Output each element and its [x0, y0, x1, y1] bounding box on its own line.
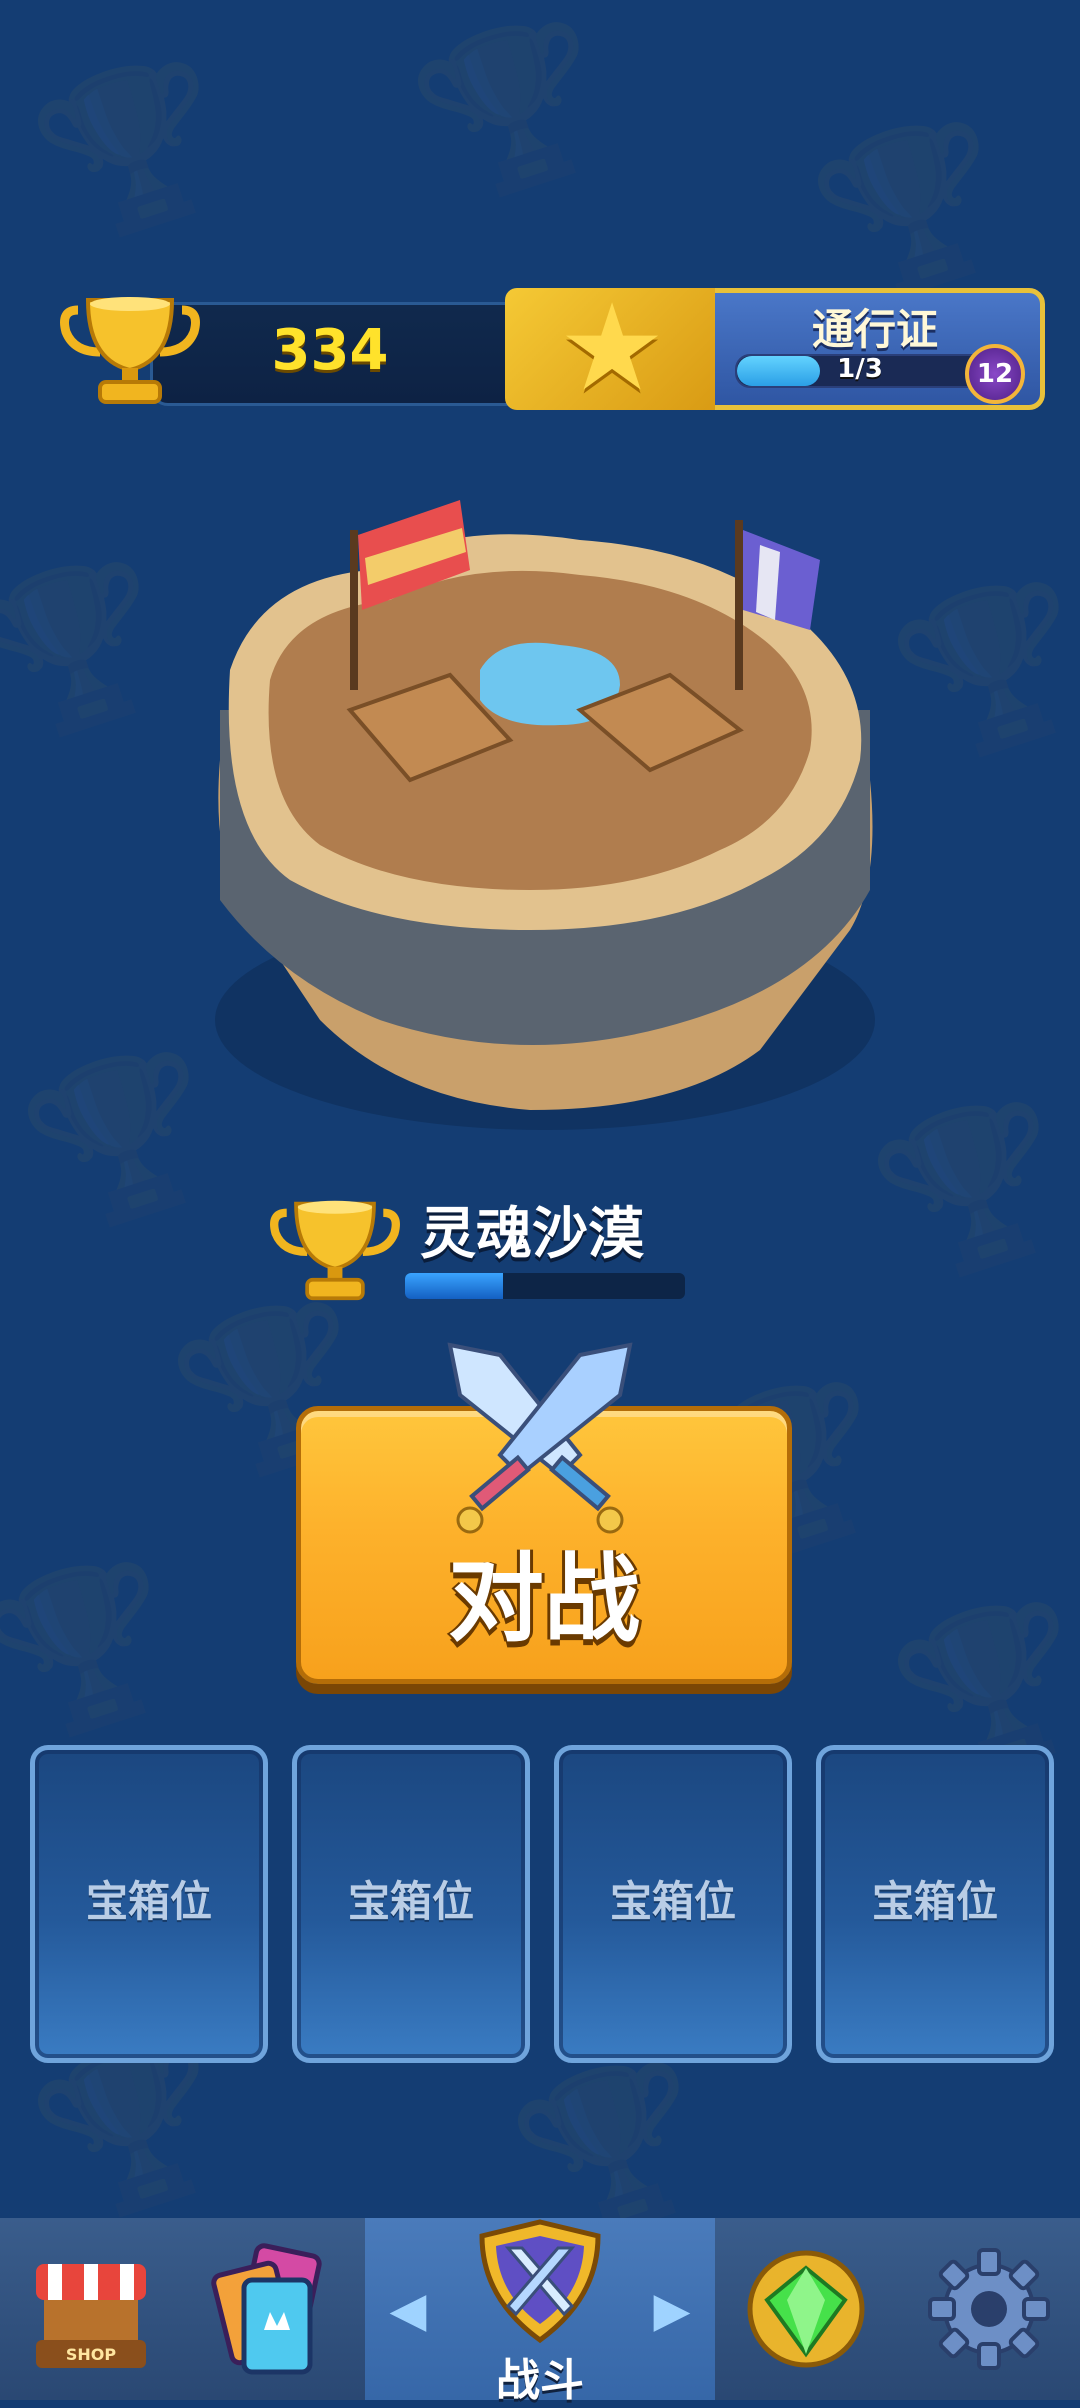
arena-island-illustration	[215, 500, 875, 1130]
trophy-count: 334	[271, 318, 389, 383]
chest-slot-label: 宝箱位	[85, 1877, 212, 1926]
nav-tab-settings[interactable]	[898, 2218, 1080, 2400]
nav-right-arrow-icon[interactable]: ▶	[652, 2280, 692, 2340]
settings-icon	[928, 2248, 1050, 2370]
chest-slot-label: 宝箱位	[609, 1877, 736, 1926]
cards-icon	[211, 2243, 322, 2375]
chest-slot-1[interactable]: 宝箱位	[30, 1745, 268, 2063]
shop-sign-text: SHOP	[66, 2345, 117, 2364]
battle-pass-progress-text: 1/3	[837, 354, 883, 384]
arena-name: 灵魂沙漠	[420, 1202, 644, 1267]
chest-slot-2[interactable]: 宝箱位	[292, 1745, 530, 2063]
arena-progress-fill	[405, 1273, 503, 1299]
trophy-icon	[60, 297, 200, 404]
nav-tab-shop[interactable]: SHOP	[0, 2218, 185, 2400]
trophy-icon	[270, 1200, 400, 1301]
arena-info: 灵魂沙漠	[270, 1185, 720, 1315]
chest-slot-label: 宝箱位	[871, 1877, 998, 1926]
battle-pass-panel[interactable]: ★ 通行证 1/3 12	[505, 288, 1045, 410]
trophy-counter[interactable]: 334	[60, 280, 556, 410]
nav-tab-cards[interactable]	[182, 2218, 368, 2400]
shop-icon: SHOP	[36, 2264, 146, 2368]
gem-icon	[747, 2250, 865, 2368]
star-icon: ★	[558, 279, 666, 418]
battle-tab-shield-icon	[479, 2219, 601, 2344]
chest-slot-3[interactable]: 宝箱位	[554, 1745, 792, 2063]
battle-pass-level-badge: 12	[965, 344, 1025, 404]
chest-slot-4[interactable]: 宝箱位	[816, 1745, 1054, 2063]
crossed-swords-icon	[447, 1342, 633, 1534]
nav-tab-battle-label: 战斗	[496, 2355, 584, 2406]
nav-left-arrow-icon[interactable]: ◀	[388, 2280, 428, 2340]
chest-slot-label: 宝箱位	[347, 1877, 474, 1926]
bottom-nav: SHOP ◀ ▶ 战斗	[0, 2218, 1080, 2406]
nav-tab-gems[interactable]	[715, 2218, 901, 2400]
arena-progress-bar	[405, 1273, 685, 1299]
